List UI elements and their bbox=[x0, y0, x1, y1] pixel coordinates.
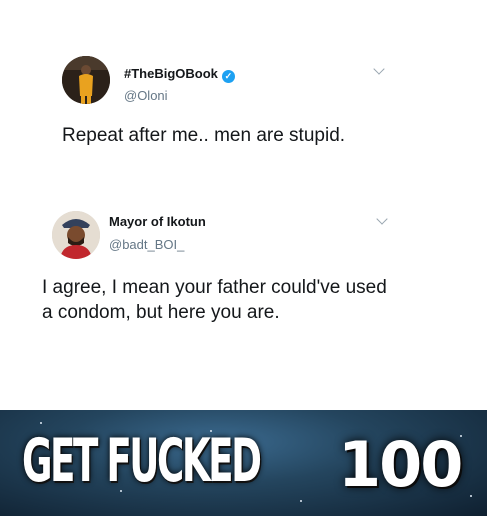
tweet-text: Repeat after me.. men are stupid. bbox=[62, 125, 346, 146]
meme-number: 100 bbox=[338, 428, 463, 501]
avatar[interactable] bbox=[52, 211, 100, 259]
avatar[interactable] bbox=[62, 56, 110, 104]
display-name[interactable]: #TheBigOBook ✓ bbox=[124, 66, 235, 83]
screenshot-frame: #TheBigOBook ✓ @Oloni Repeat after me.. m… bbox=[0, 0, 487, 516]
chevron-down-icon[interactable] bbox=[373, 63, 385, 75]
handle[interactable]: @Oloni bbox=[124, 88, 168, 103]
meme-caption: GET FUCKED bbox=[22, 426, 262, 496]
display-name[interactable]: Mayor of Ikotun bbox=[109, 214, 206, 229]
handle[interactable]: @badt_BOI_ bbox=[109, 237, 184, 252]
tweet-text: I agree, I mean your father could've use… bbox=[42, 277, 387, 323]
verified-badge-icon: ✓ bbox=[221, 70, 235, 83]
chevron-down-icon[interactable] bbox=[376, 213, 388, 225]
meme-banner: GET FUCKED 100 bbox=[0, 410, 487, 516]
